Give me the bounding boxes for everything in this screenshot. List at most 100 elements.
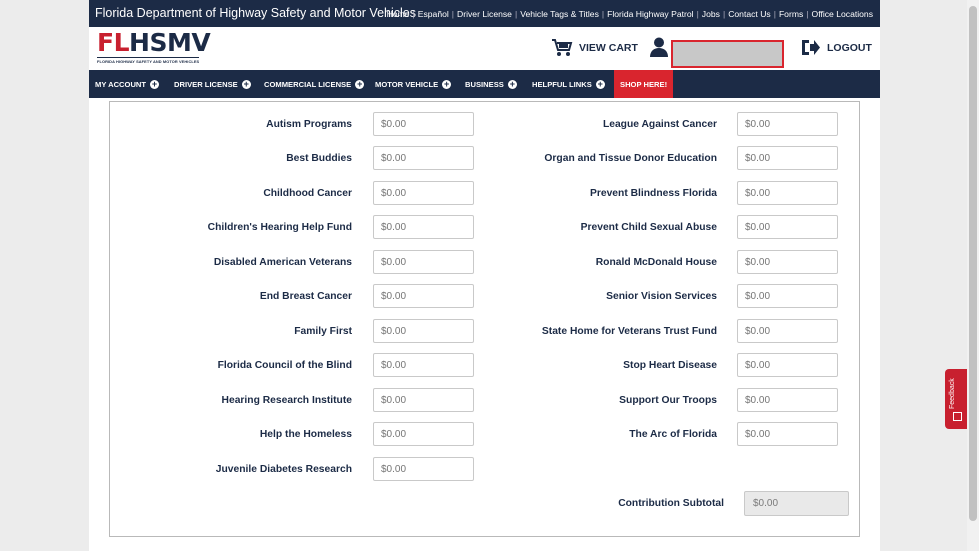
amount-best-buddies[interactable] [373, 146, 474, 170]
label-autism-programs: Autism Programs [266, 119, 352, 130]
separator: | [696, 9, 699, 19]
feedback-tab[interactable]: Feedback [945, 369, 969, 429]
amount-family-first[interactable] [373, 319, 474, 343]
label-end-breast-cancer: End Breast Cancer [259, 291, 352, 302]
plus-icon: + [507, 78, 517, 89]
nav-business[interactable]: BUSINESS + [465, 70, 517, 98]
label-ronald-mcdonald-house: Ronald McDonald House [595, 257, 717, 268]
nav-label: COMMERCIAL LICENSE [264, 79, 352, 89]
nav-motor-vehicle[interactable]: MOTOR VEHICLE + [375, 70, 452, 98]
site-header: FLHSMV FLORIDA HIGHWAY SAFETY AND MOTOR … [89, 27, 880, 70]
label-help-the-homeless: Help the Homeless [259, 429, 352, 440]
plus-icon: + [150, 78, 160, 89]
separator: | [451, 9, 455, 19]
label-prevent-child-sexual-abuse: Prevent Child Sexual Abuse [580, 222, 717, 233]
amount-prevent-blindness-florida[interactable] [737, 181, 838, 205]
nav-label: MOTOR VEHICLE [375, 79, 439, 89]
top-bar: Florida Department of Highway Safety and… [89, 0, 880, 27]
label-organ-tissue-donor-education: Organ and Tissue Donor Education [544, 153, 717, 164]
amount-prevent-child-sexual-abuse[interactable] [737, 215, 838, 239]
label-arc-of-florida: The Arc of Florida [629, 429, 717, 440]
nav-label: HELPFUL LINKS [532, 79, 592, 89]
logo-fl: FL [97, 28, 130, 57]
logo-hsmv: HSMV [129, 28, 211, 57]
amount-juvenile-diabetes-research[interactable] [373, 457, 474, 481]
username-field[interactable] [671, 40, 784, 68]
label-family-first: Family First [294, 326, 352, 337]
nav-commercial-license[interactable]: COMMERCIAL LICENSE + [264, 70, 365, 98]
label-prevent-blindness-florida: Prevent Blindness Florida [589, 188, 717, 199]
nav-helpful-links[interactable]: HELPFUL LINKS + [532, 70, 605, 98]
label-disabled-american-veterans: Disabled American Veterans [213, 257, 352, 268]
view-cart-label: VIEW CART [579, 41, 638, 54]
amount-disabled-american-veterans[interactable] [373, 250, 474, 274]
link-vehicle-tags-titles[interactable]: Vehicle Tags & Titles [520, 9, 599, 19]
amount-organ-tissue-donor-education[interactable] [737, 146, 838, 170]
amount-hearing-research-institute[interactable] [373, 388, 474, 412]
amount-end-breast-cancer[interactable] [373, 284, 474, 308]
separator: | [601, 9, 605, 19]
main-nav: MY ACCOUNT + DRIVER LICENSE + COMMERCIAL L… [89, 70, 880, 98]
link-espanol[interactable]: Español [418, 9, 449, 19]
link-home[interactable]: Home [387, 9, 410, 19]
amount-stop-heart-disease[interactable] [737, 353, 838, 377]
link-forms[interactable]: Forms [779, 9, 803, 19]
amount-state-home-veterans-trust-fund[interactable] [737, 319, 838, 343]
label-florida-council-of-the-blind: Florida Council of the Blind [217, 360, 352, 371]
link-jobs[interactable]: Jobs [702, 9, 720, 19]
separator: | [806, 9, 809, 19]
plus-icon: + [595, 78, 605, 89]
logout-icon [802, 40, 820, 55]
amount-senior-vision-services[interactable] [737, 284, 838, 308]
feedback-label: Feedback [949, 378, 956, 409]
amount-florida-council-of-the-blind[interactable] [373, 353, 474, 377]
label-league-against-cancer: League Against Cancer [602, 119, 717, 130]
plus-icon: + [355, 78, 365, 89]
nav-label: BUSINESS [465, 79, 504, 89]
link-office-locations[interactable]: Office Locations [812, 9, 873, 19]
logout-button[interactable]: LOGOUT [800, 39, 872, 56]
separator: | [773, 9, 776, 19]
nav-label: DRIVER LICENSE [174, 79, 238, 89]
cart-icon [552, 39, 573, 56]
amount-ronald-mcdonald-house[interactable] [737, 250, 838, 274]
amount-childhood-cancer[interactable] [373, 181, 474, 205]
link-highway-patrol[interactable]: Florida Highway Patrol [607, 9, 693, 19]
nav-label: MY ACCOUNT [95, 79, 147, 89]
agency-name: Florida Department of Highway Safety and… [95, 6, 416, 20]
amount-support-our-troops[interactable] [737, 388, 838, 412]
label-childhood-cancer: Childhood Cancer [263, 188, 352, 199]
separator: | [412, 9, 415, 19]
amount-childrens-hearing-help-fund[interactable] [373, 215, 474, 239]
feedback-icon [953, 412, 962, 421]
label-state-home-veterans-trust-fund: State Home for Veterans Trust Fund [541, 326, 717, 337]
plus-icon: + [241, 78, 251, 89]
separator: | [514, 9, 518, 19]
contribution-subtotal-label: Contribution Subtotal [618, 498, 724, 509]
nav-driver-license[interactable]: DRIVER LICENSE + [174, 70, 251, 98]
link-driver-license[interactable]: Driver License [457, 9, 512, 19]
label-childrens-hearing-help-fund: Children's Hearing Help Fund [207, 222, 352, 233]
amount-league-against-cancer[interactable] [737, 112, 838, 136]
view-cart-button[interactable]: VIEW CART [551, 38, 638, 57]
label-support-our-troops: Support Our Troops [619, 395, 717, 406]
label-best-buddies: Best Buddies [286, 153, 352, 164]
label-senior-vision-services: Senior Vision Services [606, 291, 717, 302]
scrollbar-thumb[interactable] [969, 6, 977, 521]
amount-autism-programs[interactable] [373, 112, 474, 136]
contribution-subtotal-value: $0.00 [744, 491, 849, 516]
nav-my-account[interactable]: MY ACCOUNT + [95, 70, 160, 98]
amount-arc-of-florida[interactable] [737, 422, 838, 446]
label-stop-heart-disease: Stop Heart Disease [623, 360, 717, 371]
label-hearing-research-institute: Hearing Research Institute [221, 395, 352, 406]
logo-tagline: FLORIDA HIGHWAY SAFETY AND MOTOR VEHICLE… [97, 57, 200, 64]
user-icon [650, 37, 668, 57]
nav-shop-here[interactable]: SHOP HERE! [614, 70, 674, 98]
link-contact-us[interactable]: Contact Us [728, 9, 771, 19]
logout-label: LOGOUT [827, 41, 872, 54]
plus-icon: + [442, 78, 452, 89]
label-juvenile-diabetes-research: Juvenile Diabetes Research [215, 464, 352, 475]
flhsmv-logo[interactable]: FLHSMV FLORIDA HIGHWAY SAFETY AND MOTOR … [97, 28, 211, 66]
separator: | [722, 9, 726, 19]
amount-help-the-homeless[interactable] [373, 422, 474, 446]
